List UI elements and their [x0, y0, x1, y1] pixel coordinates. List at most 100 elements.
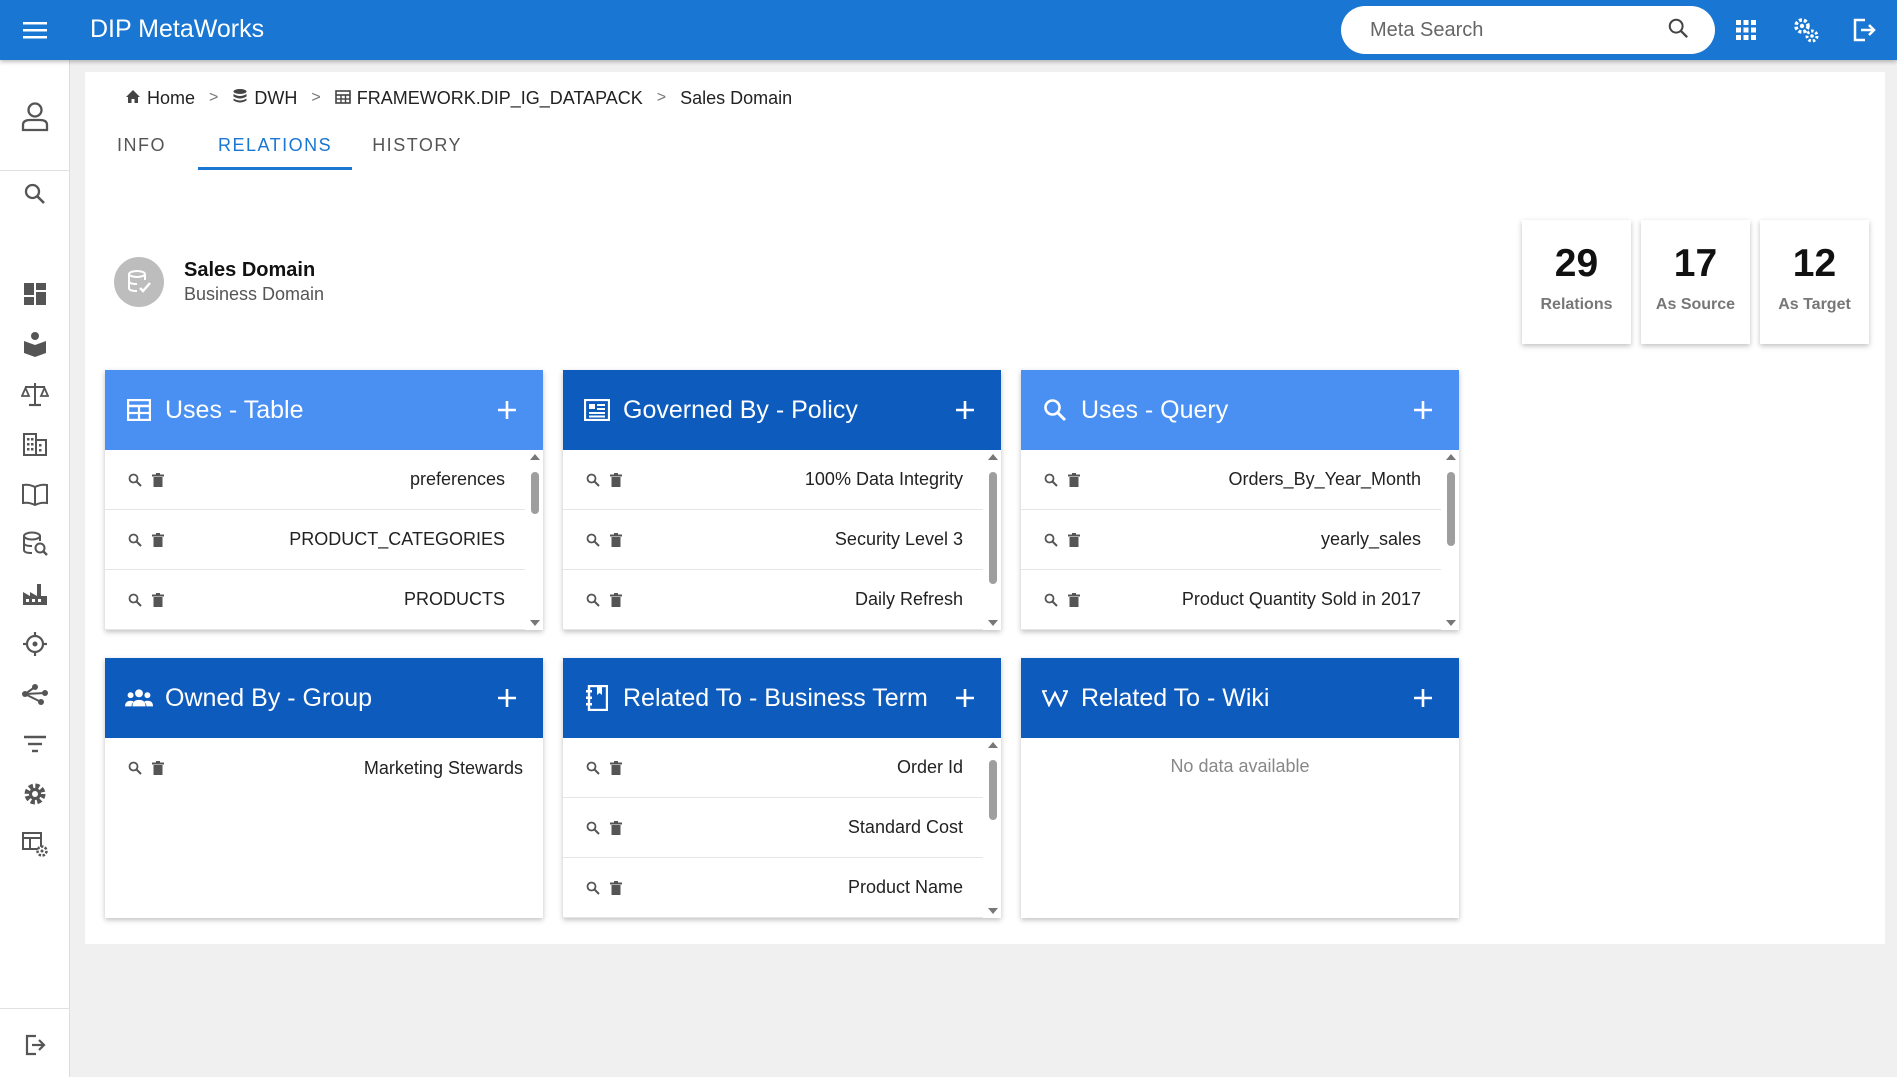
- scale-icon[interactable]: [17, 376, 53, 412]
- user-icon[interactable]: [17, 98, 53, 134]
- share-icon[interactable]: [17, 676, 53, 712]
- list-item: yearly_sales: [1021, 510, 1441, 570]
- delete-icon[interactable]: [149, 591, 167, 609]
- table-settings-icon[interactable]: [17, 826, 53, 862]
- view-icon[interactable]: [126, 531, 144, 549]
- breadcrumb-datapack[interactable]: FRAMEWORK.DIP_IG_DATAPACK: [334, 88, 643, 109]
- settings-gears-icon[interactable]: [1788, 12, 1824, 48]
- entity-subtitle: Business Domain: [184, 284, 325, 304]
- meta-search-input[interactable]: [1370, 18, 1667, 42]
- delete-icon[interactable]: [149, 471, 167, 489]
- add-icon[interactable]: [1407, 394, 1439, 426]
- meta-search-box: [1341, 6, 1715, 54]
- wiki-icon: [1041, 684, 1069, 712]
- logout-icon[interactable]: [17, 1027, 53, 1063]
- book-hand-icon[interactable]: [17, 326, 53, 362]
- stat-relations: 29 Relations: [1522, 220, 1631, 344]
- gear-icon[interactable]: [17, 776, 53, 812]
- card-uses-query: Uses - Query Orders_By_Year_Month yearly…: [1021, 370, 1459, 630]
- scrollbar[interactable]: [985, 450, 1001, 630]
- card-list[interactable]: Orders_By_Year_Month yearly_sales Produc…: [1021, 450, 1459, 630]
- delete-icon[interactable]: [1065, 591, 1083, 609]
- hamburger-menu-icon[interactable]: [19, 14, 51, 46]
- list-item: Standard Cost: [563, 798, 983, 858]
- delete-icon[interactable]: [607, 471, 625, 489]
- search-icon[interactable]: [17, 176, 53, 212]
- delete-icon[interactable]: [607, 591, 625, 609]
- view-icon[interactable]: [584, 879, 602, 897]
- database-icon: [232, 88, 248, 109]
- view-icon[interactable]: [584, 471, 602, 489]
- add-icon[interactable]: [491, 682, 523, 714]
- card-list[interactable]: preferences PRODUCT_CATEGORIES PRODUCTS: [105, 450, 543, 630]
- list-item: Security Level 3: [563, 510, 983, 570]
- table-icon: [334, 88, 351, 109]
- database-search-icon[interactable]: [17, 526, 53, 562]
- breadcrumb: Home > DWH > FRAMEWORK.DIP_IG_DATAPACK >…: [125, 86, 792, 110]
- breadcrumb-home[interactable]: Home: [125, 88, 195, 109]
- view-icon[interactable]: [584, 591, 602, 609]
- building-icon[interactable]: [17, 426, 53, 462]
- delete-icon[interactable]: [607, 759, 625, 777]
- entity-header: Sales Domain Business Domain: [114, 257, 324, 307]
- scrollbar[interactable]: [527, 450, 543, 630]
- factory-icon[interactable]: [17, 576, 53, 612]
- add-icon[interactable]: [949, 682, 981, 714]
- card-list[interactable]: Order Id Standard Cost Product Name: [563, 738, 1001, 918]
- policy-icon: [583, 396, 611, 424]
- business-domain-icon: [114, 257, 164, 307]
- side-navigation: [0, 60, 70, 1077]
- add-icon[interactable]: [491, 394, 523, 426]
- card-list[interactable]: 100% Data Integrity Security Level 3 Dai…: [563, 450, 1001, 630]
- apps-grid-icon[interactable]: [1728, 12, 1764, 48]
- breadcrumb-dwh[interactable]: DWH: [232, 88, 297, 109]
- add-icon[interactable]: [1407, 682, 1439, 714]
- tab-info[interactable]: INFO: [97, 120, 186, 168]
- delete-icon[interactable]: [607, 879, 625, 897]
- scrollbar[interactable]: [1443, 450, 1459, 630]
- card-uses-table: Uses - Table preferences PRODUCT_CATEGOR…: [105, 370, 543, 630]
- delete-icon[interactable]: [149, 531, 167, 549]
- logout-icon[interactable]: [1846, 12, 1882, 48]
- view-icon[interactable]: [584, 819, 602, 837]
- view-icon[interactable]: [1042, 471, 1060, 489]
- open-book-icon[interactable]: [17, 476, 53, 512]
- scrollbar[interactable]: [985, 738, 1001, 918]
- card-header: Uses - Table: [105, 370, 543, 450]
- card-list[interactable]: Marketing Stewards: [105, 738, 543, 918]
- crosshair-icon[interactable]: [17, 626, 53, 662]
- view-icon[interactable]: [126, 471, 144, 489]
- breadcrumb-separator: >: [209, 89, 219, 106]
- list-item: Daily Refresh: [563, 570, 983, 630]
- dashboard-icon[interactable]: [17, 276, 53, 312]
- view-icon[interactable]: [584, 759, 602, 777]
- card-title: Owned By - Group: [165, 683, 373, 712]
- list-item: preferences: [105, 450, 525, 510]
- list-item: Product Quantity Sold in 2017: [1021, 570, 1441, 630]
- card-title: Related To - Business Term: [623, 683, 928, 712]
- breadcrumb-current: Sales Domain: [680, 87, 793, 108]
- card-list: No data available: [1021, 738, 1459, 918]
- card-owned-by-group: Owned By - Group Marketing Stewards: [105, 658, 543, 918]
- view-icon[interactable]: [1042, 591, 1060, 609]
- delete-icon[interactable]: [1065, 531, 1083, 549]
- tab-history[interactable]: HISTORY: [352, 120, 482, 168]
- filter-icon[interactable]: [17, 726, 53, 762]
- empty-state-text: No data available: [1170, 756, 1310, 776]
- delete-icon[interactable]: [1065, 471, 1083, 489]
- tab-relations[interactable]: RELATIONS: [198, 120, 353, 170]
- search-icon: [1041, 396, 1069, 424]
- top-app-bar: DIP MetaWorks: [0, 0, 1897, 60]
- breadcrumb-separator: >: [656, 89, 667, 106]
- delete-icon[interactable]: [607, 531, 625, 549]
- add-icon[interactable]: [949, 394, 981, 426]
- card-header: Owned By - Group: [105, 658, 543, 738]
- search-icon[interactable]: [1667, 17, 1689, 44]
- view-icon[interactable]: [126, 591, 144, 609]
- view-icon[interactable]: [1042, 531, 1060, 549]
- delete-icon[interactable]: [149, 759, 167, 777]
- view-icon[interactable]: [126, 759, 144, 777]
- view-icon[interactable]: [584, 531, 602, 549]
- card-header: Related To - Wiki: [1021, 658, 1459, 738]
- delete-icon[interactable]: [607, 819, 625, 837]
